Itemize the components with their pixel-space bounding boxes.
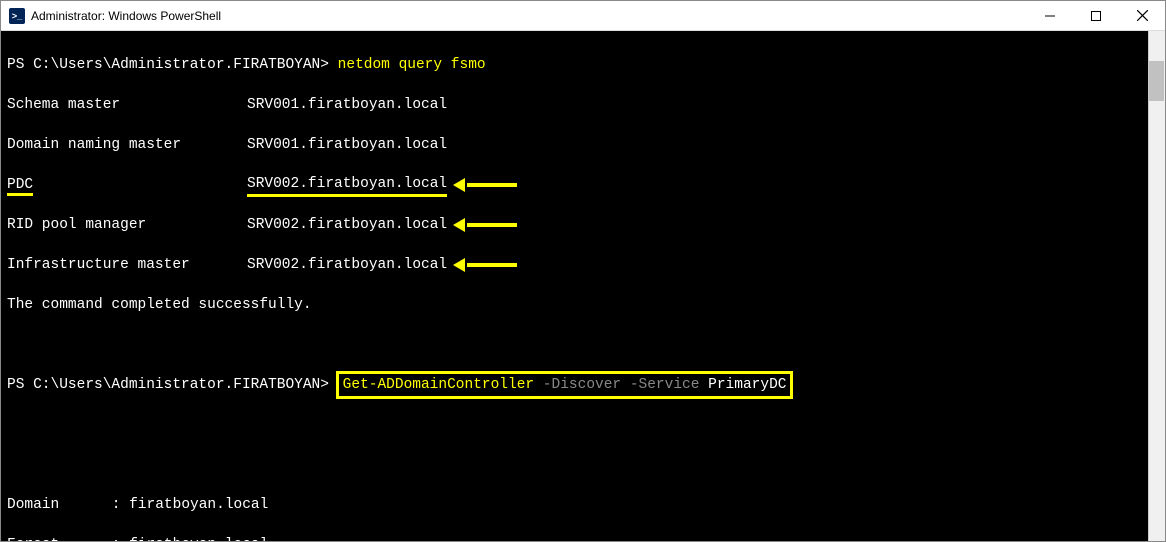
scrollbar-thumb[interactable] [1149, 61, 1164, 101]
minimize-icon [1045, 11, 1055, 21]
window-controls [1027, 1, 1165, 30]
minimize-button[interactable] [1027, 1, 1073, 30]
terminal-area[interactable]: PS C:\Users\Administrator.FIRATBOYAN> ne… [1, 31, 1165, 541]
fsmo-row-3: RID pool managerSRV002.firatboyan.local [7, 215, 1159, 235]
command-1: netdom query fsmo [338, 55, 486, 75]
success-line: The command completed successfully. [7, 295, 1159, 315]
arrow-icon [461, 258, 517, 272]
arrow-icon [461, 218, 517, 232]
powershell-window: >_ Administrator: Windows PowerShell PS … [0, 0, 1166, 542]
maximize-icon [1091, 11, 1101, 21]
arrow-icon [461, 178, 517, 192]
prompt-line-1: PS C:\Users\Administrator.FIRATBOYAN> ne… [7, 55, 1159, 75]
maximize-button[interactable] [1073, 1, 1119, 30]
close-button[interactable] [1119, 1, 1165, 30]
fsmo-row-1: Domain naming masterSRV001.firatboyan.lo… [7, 135, 1159, 155]
fsmo-row-2: PDCSRV002.firatboyan.local [7, 175, 1159, 195]
prompt-line-2: PS C:\Users\Administrator.FIRATBOYAN> Ge… [7, 375, 1159, 395]
terminal-content: PS C:\Users\Administrator.FIRATBOYAN> ne… [7, 35, 1159, 541]
dc-domain: Domain : firatboyan.local [7, 495, 1159, 515]
highlighted-command: Get-ADDomainController -Discover -Servic… [336, 371, 794, 399]
window-title: Administrator: Windows PowerShell [31, 9, 221, 23]
dc-forest: Forest : firatboyan.local [7, 535, 1159, 541]
titlebar[interactable]: >_ Administrator: Windows PowerShell [1, 1, 1165, 31]
vertical-scrollbar[interactable] [1148, 31, 1165, 541]
powershell-icon: >_ [9, 8, 25, 24]
close-icon [1137, 10, 1148, 21]
fsmo-row-0: Schema masterSRV001.firatboyan.local [7, 95, 1159, 115]
fsmo-row-4: Infrastructure masterSRV002.firatboyan.l… [7, 255, 1159, 275]
